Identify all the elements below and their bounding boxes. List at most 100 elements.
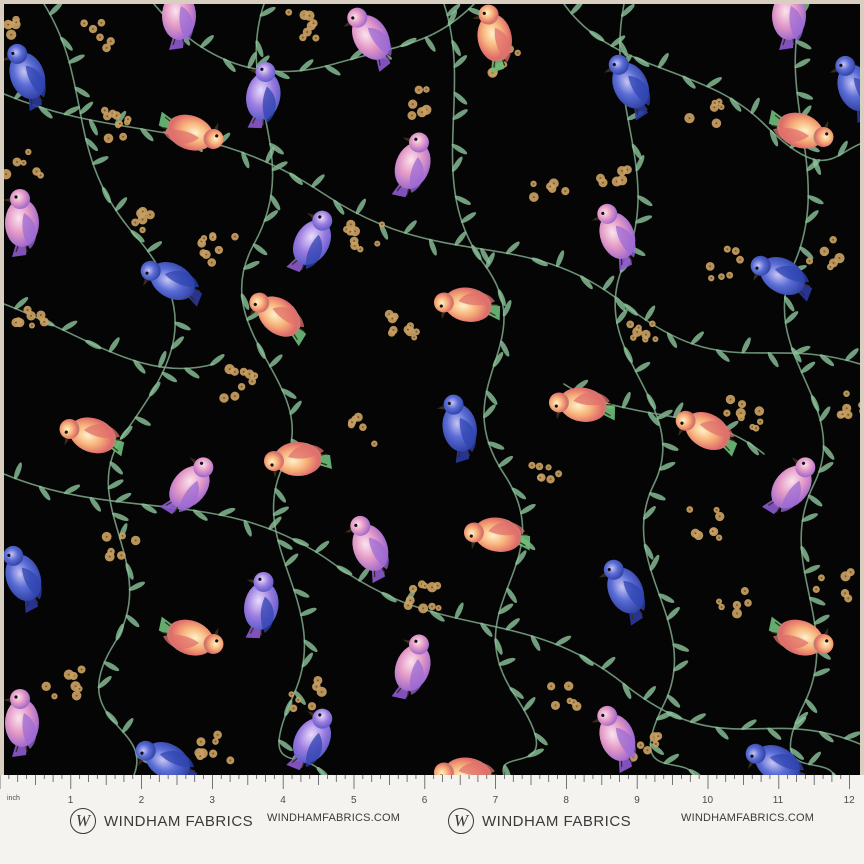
- bird-icon: [4, 43, 46, 112]
- leaf-icon: [689, 713, 706, 723]
- blossom-center: [843, 592, 846, 595]
- windham-logo-icon: W: [70, 808, 96, 834]
- leaf-icon: [288, 172, 303, 185]
- leaf-icon: [272, 506, 289, 516]
- leaf-icon: [498, 455, 514, 468]
- fabric-swatch-frame: inch 1 2 3 4 5 6 7 8 9 10 11 12 W WINDHAM FABRICS W…: [0, 0, 864, 864]
- blossom-center: [620, 169, 623, 172]
- leaf-icon: [505, 618, 520, 631]
- blossom-center: [242, 370, 245, 373]
- leaf-icon: [149, 381, 161, 397]
- leaf-icon: [808, 751, 821, 766]
- blossom-center: [637, 326, 640, 329]
- ruler-number: 8: [563, 795, 569, 806]
- leaf-icon: [125, 614, 140, 628]
- leaf-icon: [643, 686, 656, 700]
- leaf-icon: [666, 332, 678, 349]
- leaf-icon: [741, 337, 751, 354]
- leaf-icon: [101, 186, 112, 204]
- blossom-center: [425, 88, 428, 91]
- leaf-icon: [119, 425, 133, 440]
- blossom-center: [351, 421, 354, 424]
- blossom-center: [711, 530, 714, 533]
- blossom-center: [98, 36, 101, 39]
- blossom-center: [30, 324, 33, 327]
- blossom-center: [547, 466, 550, 469]
- blossom-center: [639, 744, 642, 747]
- blossom-center: [310, 705, 313, 708]
- leaf-icon: [666, 606, 680, 621]
- leaf-icon: [648, 492, 666, 501]
- leaf-icon: [161, 371, 178, 383]
- blossom-center: [105, 46, 108, 49]
- leaf-icon: [819, 354, 835, 367]
- blossom-center: [10, 33, 13, 36]
- blossom-center: [15, 21, 18, 24]
- leaf-icon: [800, 361, 816, 374]
- leaf-icon: [813, 614, 830, 625]
- leaf-icon: [79, 101, 94, 115]
- leaf-icon: [105, 710, 119, 725]
- blossom-center: [233, 235, 236, 238]
- blossom-center: [718, 600, 721, 603]
- leaf-icon: [61, 320, 78, 331]
- blossom-center: [39, 174, 42, 177]
- blossom-icon: [858, 402, 860, 408]
- leaf-icon: [174, 321, 191, 331]
- bird-head: [10, 689, 30, 709]
- leaf-icon: [690, 331, 704, 345]
- blossom-center: [251, 380, 254, 383]
- leaf-icon: [355, 198, 367, 215]
- blossom-center: [110, 550, 113, 553]
- blossom-center: [688, 117, 691, 120]
- leaf-icon: [240, 293, 250, 310]
- branch-guide: [615, 4, 694, 775]
- leaf-icon: [299, 59, 314, 72]
- blossom-center: [83, 22, 86, 25]
- bird-icon: [4, 545, 42, 614]
- leaf-icon: [800, 545, 810, 563]
- blossom-center: [715, 508, 718, 511]
- leaf-icon: [799, 246, 814, 259]
- leaf-icon: [109, 461, 123, 475]
- blossom-center: [105, 535, 108, 538]
- leaf-icon: [644, 305, 656, 321]
- blossom-center: [838, 257, 841, 260]
- leaf-icon: [200, 35, 214, 48]
- blossom-center: [211, 236, 214, 239]
- blossom-center: [141, 218, 144, 221]
- blossom-center: [758, 410, 761, 413]
- ruler-number: 5: [351, 795, 357, 806]
- leaf-icon: [657, 52, 669, 69]
- bird-icon: [343, 7, 392, 72]
- blossom-center: [53, 695, 56, 698]
- bird-beak: [471, 542, 476, 550]
- bird-beak: [471, 15, 480, 20]
- blossom-center: [134, 221, 137, 224]
- bird-beak: [402, 639, 410, 644]
- leaf-icon: [589, 30, 605, 42]
- leaf-icon: [316, 766, 330, 775]
- measurement-ruler: inch 1 2 3 4 5 6 7 8 9 10 11 12 W WINDHAM FABRICS W…: [0, 775, 864, 864]
- blossom-center: [122, 135, 125, 138]
- leaf-icon: [706, 77, 722, 88]
- leaf-icon: [643, 543, 654, 560]
- leaf-icon: [494, 638, 503, 655]
- blossom-center: [134, 539, 137, 542]
- blossom-center: [808, 259, 811, 262]
- blossom-center: [199, 755, 202, 758]
- blossom-center: [45, 685, 48, 688]
- blossom-center: [30, 314, 33, 317]
- blossom-center: [301, 36, 304, 39]
- blossom-center: [35, 170, 38, 173]
- blossom-center: [373, 442, 376, 445]
- leaf-icon: [63, 106, 81, 116]
- blossom-center: [240, 385, 243, 388]
- bird-eye: [270, 463, 274, 467]
- blossom-center: [74, 685, 77, 688]
- blossom-center: [720, 275, 723, 278]
- leaf-icon: [454, 231, 467, 246]
- leaf-icon: [498, 657, 516, 666]
- leaf-icon: [634, 361, 651, 373]
- bird-beak: [214, 122, 219, 130]
